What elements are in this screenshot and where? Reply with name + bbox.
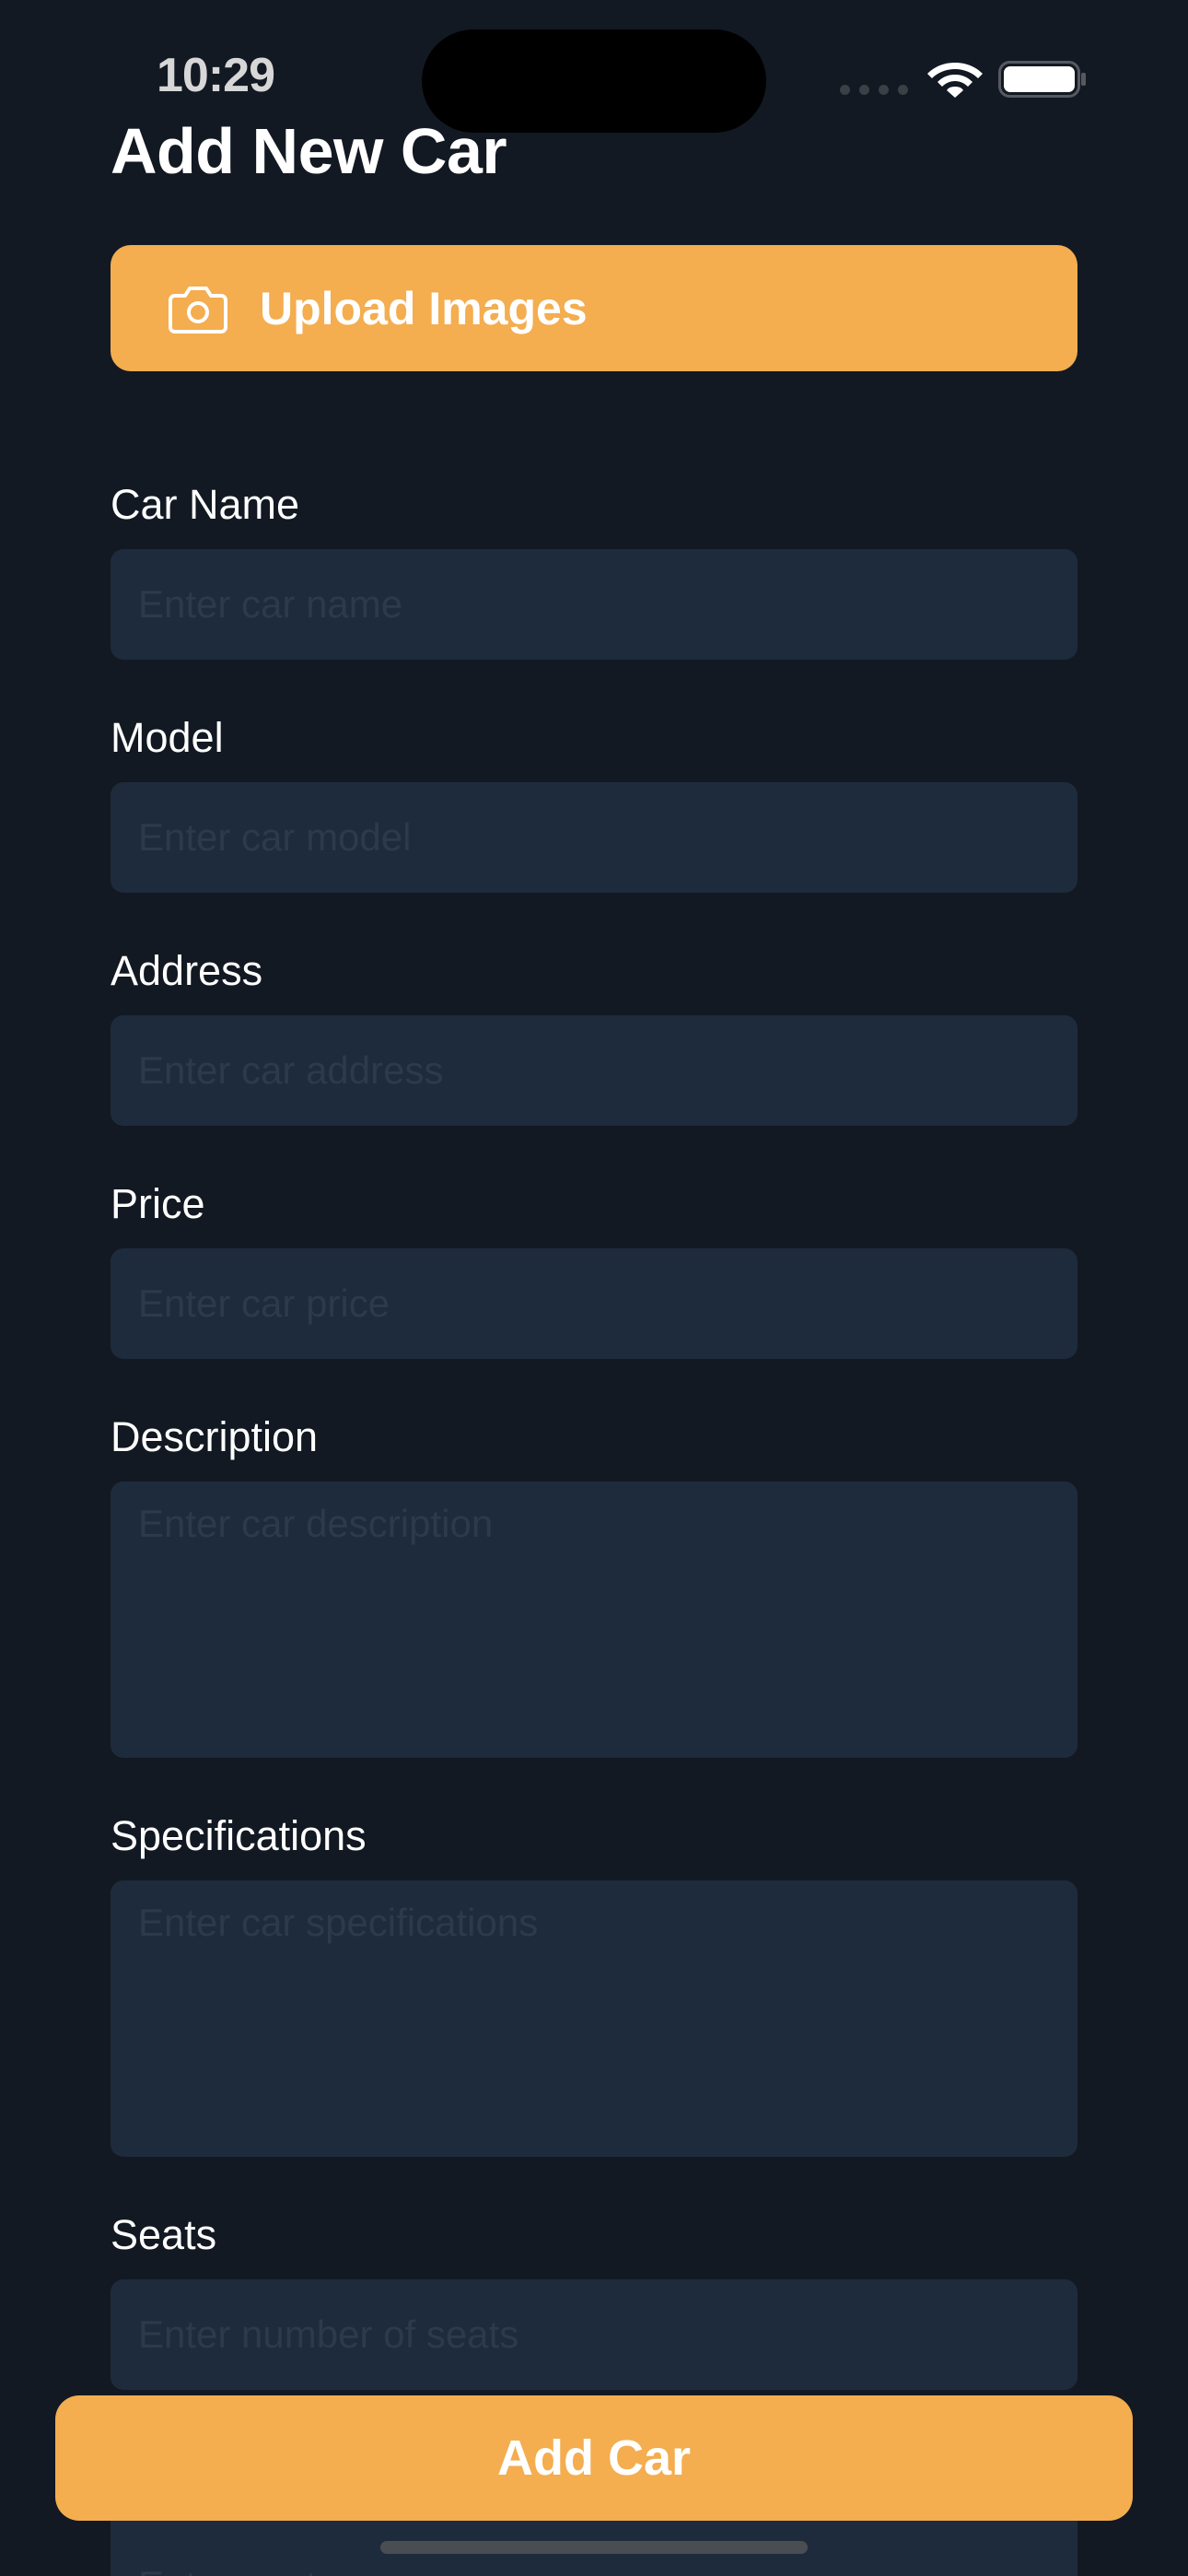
specifications-label: Specifications	[111, 1812, 367, 1859]
price-input[interactable]	[111, 1248, 1077, 1359]
seats-label: Seats	[111, 2211, 217, 2258]
cellular-signal-icon	[840, 85, 910, 96]
seats-input[interactable]	[111, 2279, 1077, 2390]
home-indicator	[380, 2541, 808, 2554]
status-time: 10:29	[157, 49, 275, 102]
upload-images-button[interactable]: Upload Images	[111, 245, 1077, 371]
page-title: Add New Car	[111, 115, 507, 187]
model-label: Model	[111, 714, 224, 761]
price-label: Price	[111, 1180, 205, 1227]
car-name-label: Car Name	[111, 481, 300, 528]
description-textarea[interactable]	[111, 1481, 1077, 1758]
camera-icon	[169, 286, 227, 334]
specifications-textarea[interactable]	[111, 1880, 1077, 2157]
address-input[interactable]	[111, 1015, 1077, 1126]
car-name-input[interactable]	[111, 549, 1077, 660]
battery-icon	[998, 61, 1086, 98]
add-car-screen: 10:29 Add New Car Upload Images Car Name…	[0, 0, 1188, 2576]
add-car-button[interactable]: Add Car	[55, 2395, 1133, 2521]
status-icons	[840, 57, 1089, 98]
address-label: Address	[111, 947, 263, 994]
wifi-icon	[927, 63, 983, 98]
description-label: Description	[111, 1413, 319, 1460]
model-input[interactable]	[111, 782, 1077, 893]
upload-images-label: Upload Images	[260, 282, 588, 334]
